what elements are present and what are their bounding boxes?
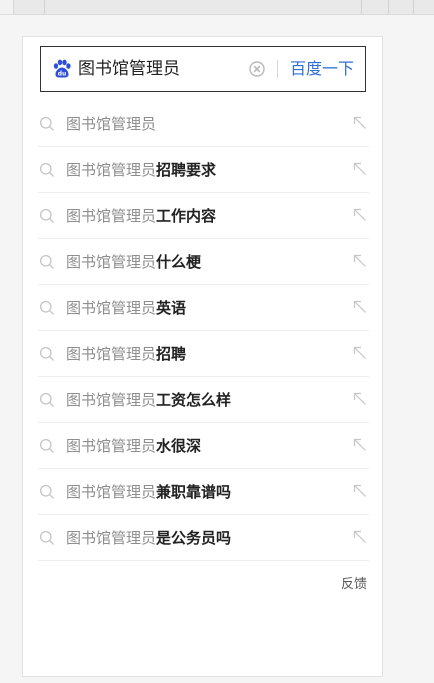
suggestion-base: 图书馆管理员	[66, 437, 157, 455]
clear-circle-x-icon[interactable]	[249, 61, 265, 77]
arrow-up-left-icon[interactable]	[353, 438, 367, 452]
browser-top-strip	[0, 0, 434, 15]
suggestion-item[interactable]: 图书馆管理员是公务员吗	[38, 515, 369, 561]
suggestion-base: 图书馆管理员	[66, 115, 157, 133]
magnifier-icon	[39, 392, 54, 407]
suggestion-base: 图书馆管理员	[66, 345, 157, 363]
arrow-up-left-icon[interactable]	[353, 530, 367, 544]
suggestion-item[interactable]: 图书馆管理员兼职靠谱吗	[38, 469, 369, 515]
top-strip-divider	[361, 0, 362, 14]
suggestion-suffix: 招聘	[156, 345, 187, 363]
suggestion-base: 图书馆管理员	[66, 391, 157, 409]
suggestion-suffix: 英语	[156, 299, 187, 317]
suggestion-list: 图书馆管理员 图书馆管理员招聘要求 图书馆管理员工作内容 图书馆管理员什么梗 图…	[38, 101, 369, 561]
feedback-link[interactable]: 反馈	[341, 573, 367, 592]
arrow-up-left-icon[interactable]	[353, 162, 367, 176]
suggestion-item[interactable]: 图书馆管理员水很深	[38, 423, 369, 469]
arrow-up-left-icon[interactable]	[353, 484, 367, 498]
magnifier-icon	[39, 208, 54, 223]
magnifier-icon	[39, 162, 54, 177]
suggestion-suffix: 工资怎么样	[156, 391, 232, 409]
suggestion-item[interactable]: 图书馆管理员什么梗	[38, 239, 369, 285]
suggestion-text: 图书馆管理员工资怎么样	[66, 390, 231, 410]
search-submit-button[interactable]: 百度一下	[290, 59, 354, 79]
suggestion-text: 图书馆管理员兼职靠谱吗	[66, 482, 231, 502]
magnifier-icon	[39, 484, 54, 499]
suggestion-base: 图书馆管理员	[66, 483, 157, 501]
search-input[interactable]: 图书馆管理员	[78, 58, 180, 80]
arrow-up-left-icon[interactable]	[353, 208, 367, 222]
arrow-up-left-icon[interactable]	[353, 254, 367, 268]
svg-text:du: du	[58, 71, 67, 78]
suggestion-base: 图书馆管理员	[66, 161, 157, 179]
top-strip-divider	[44, 0, 45, 14]
suggestion-base: 图书馆管理员	[66, 299, 157, 317]
top-strip-divider	[388, 0, 389, 14]
magnifier-icon	[39, 116, 54, 131]
suggestion-item[interactable]: 图书馆管理员招聘要求	[38, 147, 369, 193]
suggestion-suffix: 兼职靠谱吗	[156, 483, 232, 501]
suggestion-item[interactable]: 图书馆管理员工资怎么样	[38, 377, 369, 423]
arrow-up-left-icon[interactable]	[353, 346, 367, 360]
suggestion-suffix: 什么梗	[156, 253, 202, 271]
suggestion-item[interactable]: 图书馆管理员招聘	[38, 331, 369, 377]
suggestion-suffix: 招聘要求	[156, 161, 217, 179]
magnifier-icon	[39, 300, 54, 315]
magnifier-icon	[39, 346, 54, 361]
search-box[interactable]: du 图书馆管理员 百度一下	[40, 46, 366, 92]
suggestion-suffix: 水很深	[156, 437, 202, 455]
suggestion-base: 图书馆管理员	[66, 253, 157, 271]
baidu-paw-icon: du	[53, 59, 71, 78]
suggestion-text: 图书馆管理员什么梗	[66, 252, 201, 272]
search-box-divider	[277, 60, 278, 78]
suggestion-base: 图书馆管理员	[66, 207, 157, 225]
top-strip-divider	[413, 0, 414, 14]
arrow-up-left-icon[interactable]	[353, 116, 367, 130]
suggestion-suffix: 工作内容	[156, 207, 217, 225]
suggestion-item[interactable]: 图书馆管理员英语	[38, 285, 369, 331]
magnifier-icon	[39, 254, 54, 269]
suggestion-text: 图书馆管理员水很深	[66, 436, 201, 456]
arrow-up-left-icon[interactable]	[353, 300, 367, 314]
search-suggestion-panel: du 图书馆管理员 百度一下 图书馆管理员 图书馆管理员招聘要求 图书馆管理员工…	[22, 36, 383, 677]
arrow-up-left-icon[interactable]	[353, 392, 367, 406]
suggestion-text: 图书馆管理员招聘	[66, 344, 186, 364]
suggestion-text: 图书馆管理员英语	[66, 298, 186, 318]
suggestion-item[interactable]: 图书馆管理员	[38, 101, 369, 147]
suggestion-text: 图书馆管理员招聘要求	[66, 160, 216, 180]
magnifier-icon	[39, 438, 54, 453]
suggestion-base: 图书馆管理员	[66, 529, 157, 547]
suggestion-text: 图书馆管理员是公务员吗	[66, 528, 231, 548]
top-strip-left-segment	[0, 0, 14, 14]
suggestion-item[interactable]: 图书馆管理员工作内容	[38, 193, 369, 239]
suggestion-text: 图书馆管理员	[66, 114, 156, 134]
suggestion-suffix: 是公务员吗	[156, 529, 232, 547]
suggestion-text: 图书馆管理员工作内容	[66, 206, 216, 226]
magnifier-icon	[39, 530, 54, 545]
